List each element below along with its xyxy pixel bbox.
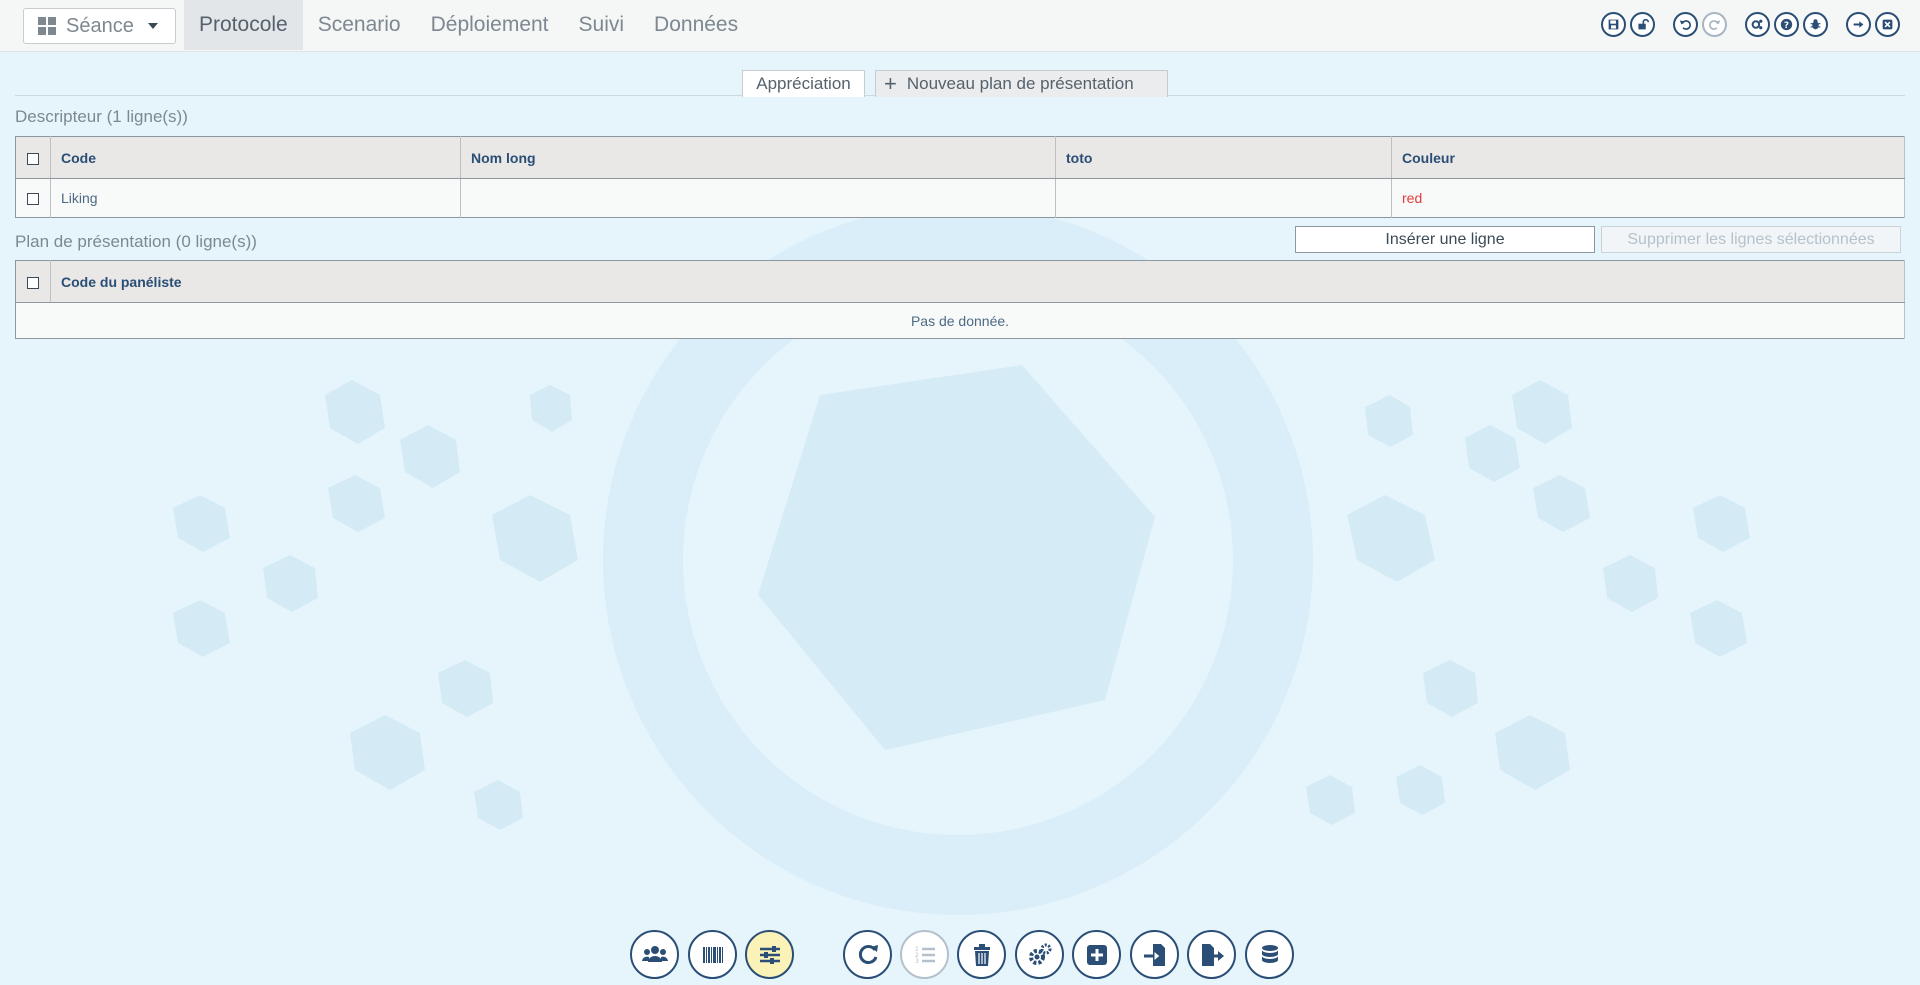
redo-icon[interactable] xyxy=(1702,12,1727,37)
top-bar: Séance Protocole Scenario Déploiement Su… xyxy=(0,0,1920,52)
nav-deploiement[interactable]: Déploiement xyxy=(416,0,564,50)
toolbar-icons: ? xyxy=(1597,12,1900,37)
help-icon[interactable]: ? xyxy=(1774,12,1799,37)
export-button[interactable] xyxy=(1187,930,1236,979)
seance-label: Séance xyxy=(66,14,134,37)
sliders-button[interactable] xyxy=(745,930,794,979)
tabs-row: Appréciation + Nouveau plan de présentat… xyxy=(15,52,1905,97)
empty-message: Pas de donnée. xyxy=(15,302,1905,339)
table-header-row: Code Nom long toto Couleur xyxy=(15,136,1905,179)
main-nav: Protocole Scenario Déploiement Suivi Don… xyxy=(184,0,753,50)
plus-icon: + xyxy=(884,71,897,96)
save-icon[interactable] xyxy=(1601,12,1626,37)
select-all-cell xyxy=(15,136,51,179)
cell-couleur[interactable]: red xyxy=(1391,178,1905,218)
svg-text:?: ? xyxy=(1784,21,1789,31)
nav-scenario[interactable]: Scenario xyxy=(303,0,416,50)
barcode-button[interactable] xyxy=(688,930,737,979)
bottom-toolbar: 123 xyxy=(0,930,1920,980)
tab-new-plan[interactable]: + Nouveau plan de présentation xyxy=(875,70,1168,97)
unlock-icon[interactable] xyxy=(1630,12,1655,37)
column-header-toto[interactable]: toto xyxy=(1055,136,1392,179)
descripteur-table: Code Nom long toto Couleur Liking red xyxy=(15,136,1905,218)
select-all-checkbox[interactable] xyxy=(27,276,39,289)
nav-protocole[interactable]: Protocole xyxy=(184,0,303,50)
users-icon xyxy=(641,945,668,962)
caret-down-icon xyxy=(147,23,158,29)
column-header-couleur[interactable]: Couleur xyxy=(1391,136,1905,179)
settings-share-icon[interactable] xyxy=(1745,12,1770,37)
refresh-button[interactable] xyxy=(843,930,892,979)
delete-selected-rows-button[interactable]: Supprimer les lignes sélectionnées xyxy=(1601,226,1901,253)
add-button[interactable] xyxy=(1072,930,1121,979)
insert-row-button[interactable]: Insérer une ligne xyxy=(1295,226,1595,253)
sign-out-icon[interactable] xyxy=(1846,12,1871,37)
undo-icon[interactable] xyxy=(1673,12,1698,37)
nav-suivi[interactable]: Suivi xyxy=(564,0,640,50)
select-all-checkbox[interactable] xyxy=(27,152,39,165)
users-button[interactable] xyxy=(630,930,679,979)
new-plan-label: Nouveau plan de présentation xyxy=(906,74,1134,93)
column-header-code-paneliste[interactable]: Code du panéliste xyxy=(50,260,1905,303)
plan-title: Plan de présentation (0 ligne(s)) xyxy=(15,232,257,251)
cogs-icon xyxy=(1028,943,1051,965)
seance-dropdown[interactable]: Séance xyxy=(23,8,176,44)
import-button[interactable] xyxy=(1130,930,1179,979)
empty-row: Pas de donnée. xyxy=(15,302,1905,339)
select-all-cell xyxy=(15,260,51,303)
cell-code[interactable]: Liking xyxy=(50,178,461,218)
delete-button[interactable] xyxy=(957,930,1006,979)
close-window-icon[interactable] xyxy=(1875,12,1900,37)
descripteur-title: Descripteur (1 ligne(s)) xyxy=(15,107,188,126)
plus-square-icon xyxy=(1086,944,1107,965)
trash-icon xyxy=(973,943,990,966)
column-header-code[interactable]: Code xyxy=(50,136,461,179)
plan-table: Code du panéliste Pas de donnée. xyxy=(15,260,1905,339)
grid-icon xyxy=(38,17,56,35)
refresh-icon xyxy=(858,944,878,964)
numbered-list-button[interactable]: 123 xyxy=(900,930,949,979)
export-icon xyxy=(1201,943,1224,966)
database-icon xyxy=(1261,944,1278,963)
bug-icon[interactable] xyxy=(1803,12,1828,37)
table-header-row: Code du panéliste xyxy=(15,260,1905,303)
column-header-nom-long[interactable]: Nom long xyxy=(460,136,1056,179)
sliders-icon xyxy=(759,945,780,964)
svg-text:3: 3 xyxy=(915,958,919,965)
nav-donnees[interactable]: Données xyxy=(639,0,753,50)
numbered-list-icon: 123 xyxy=(915,946,935,965)
settings-button[interactable] xyxy=(1015,930,1064,979)
row-checkbox[interactable] xyxy=(27,193,39,206)
cell-toto[interactable] xyxy=(1055,178,1392,218)
import-icon xyxy=(1143,943,1165,966)
cell-nom-long[interactable] xyxy=(460,178,1056,218)
database-button[interactable] xyxy=(1245,930,1294,979)
main-content: Appréciation + Nouveau plan de présentat… xyxy=(15,52,1905,339)
tab-appreciation[interactable]: Appréciation xyxy=(742,70,865,97)
table-row[interactable]: Liking red xyxy=(15,178,1905,218)
row-select-cell xyxy=(15,178,51,218)
barcode-icon xyxy=(702,946,723,963)
